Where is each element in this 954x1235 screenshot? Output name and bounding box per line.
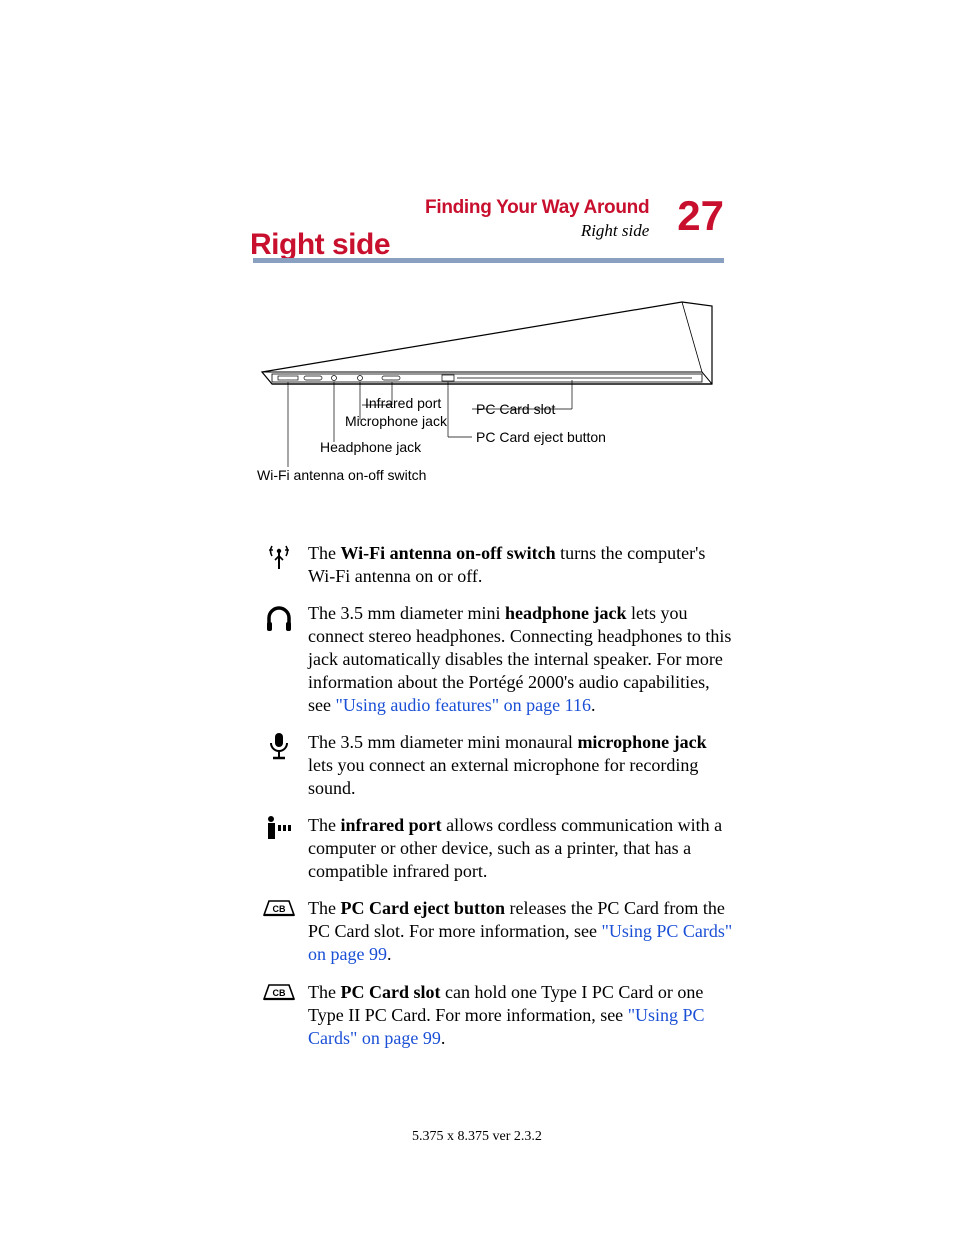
- pc-card-icon: CB: [250, 981, 308, 1003]
- text: The: [308, 982, 340, 1002]
- text: The 3.5 mm diameter mini: [308, 603, 505, 623]
- microphone-icon: [250, 731, 308, 761]
- item-pc-slot: CB The PC Card slot can hold one Type I …: [250, 981, 734, 1050]
- item-headphone: The 3.5 mm diameter mini headphone jack …: [250, 602, 734, 717]
- diagram-label-pc-slot: PC Card slot: [476, 401, 555, 417]
- text: .: [441, 1028, 446, 1048]
- manual-page: Finding Your Way Around Right side 27 Ri…: [0, 0, 954, 1235]
- text: The: [308, 815, 340, 835]
- page-footer: 5.375 x 8.375 ver 2.3.2: [0, 1129, 954, 1145]
- bold-term: Wi-Fi antenna on-off switch: [340, 543, 555, 563]
- diagram-label-microphone: Microphone jack: [345, 413, 447, 429]
- item-wifi: The Wi-Fi antenna on-off switch turns th…: [250, 542, 734, 588]
- bold-term: PC Card slot: [340, 982, 440, 1002]
- section-subtitle: Right side: [581, 221, 649, 241]
- cross-reference-link[interactable]: "Using audio features" on page 116: [335, 695, 590, 715]
- header-rule: [253, 258, 724, 263]
- text: lets you connect an external microphone …: [308, 755, 698, 798]
- bold-term: headphone jack: [505, 603, 627, 623]
- text: The: [308, 543, 340, 563]
- text: .: [387, 944, 392, 964]
- page-number: 27: [677, 195, 724, 237]
- item-microphone-text: The 3.5 mm diameter mini monaural microp…: [308, 731, 734, 800]
- diagram-label-pc-eject: PC Card eject button: [476, 429, 606, 445]
- pc-card-icon: CB: [250, 897, 308, 919]
- header-text-block: Finding Your Way Around Right side: [425, 195, 649, 241]
- port-descriptions: The Wi-Fi antenna on-off switch turns th…: [250, 542, 734, 1050]
- infrared-icon: [250, 814, 308, 842]
- right-side-diagram: Infrared port Microphone jack Headphone …: [252, 292, 732, 502]
- page-header: Finding Your Way Around Right side 27: [425, 195, 724, 241]
- item-pc-eject: CB The PC Card eject button releases the…: [250, 897, 734, 966]
- item-microphone: The 3.5 mm diameter mini monaural microp…: [250, 731, 734, 800]
- svg-text:CB: CB: [273, 904, 286, 914]
- item-pc-eject-text: The PC Card eject button releases the PC…: [308, 897, 734, 966]
- diagram-label-infrared: Infrared port: [365, 395, 441, 411]
- bold-term: microphone jack: [577, 732, 706, 752]
- text: The: [308, 898, 340, 918]
- headphone-icon: [250, 602, 308, 634]
- item-infrared: The infrared port allows cordless commun…: [250, 814, 734, 883]
- chapter-title: Finding Your Way Around: [425, 197, 649, 219]
- item-infrared-text: The infrared port allows cordless commun…: [308, 814, 734, 883]
- text: The 3.5 mm diameter mini monaural: [308, 732, 577, 752]
- diagram-label-wifi: Wi-Fi antenna on-off switch: [257, 467, 426, 483]
- antenna-icon: [250, 542, 308, 572]
- text: .: [591, 695, 596, 715]
- item-pc-slot-text: The PC Card slot can hold one Type I PC …: [308, 981, 734, 1050]
- svg-text:CB: CB: [273, 988, 286, 998]
- bold-term: infrared port: [340, 815, 441, 835]
- bold-term: PC Card eject button: [340, 898, 504, 918]
- item-headphone-text: The 3.5 mm diameter mini headphone jack …: [308, 602, 734, 717]
- item-wifi-text: The Wi-Fi antenna on-off switch turns th…: [308, 542, 734, 588]
- diagram-label-headphone: Headphone jack: [320, 439, 421, 455]
